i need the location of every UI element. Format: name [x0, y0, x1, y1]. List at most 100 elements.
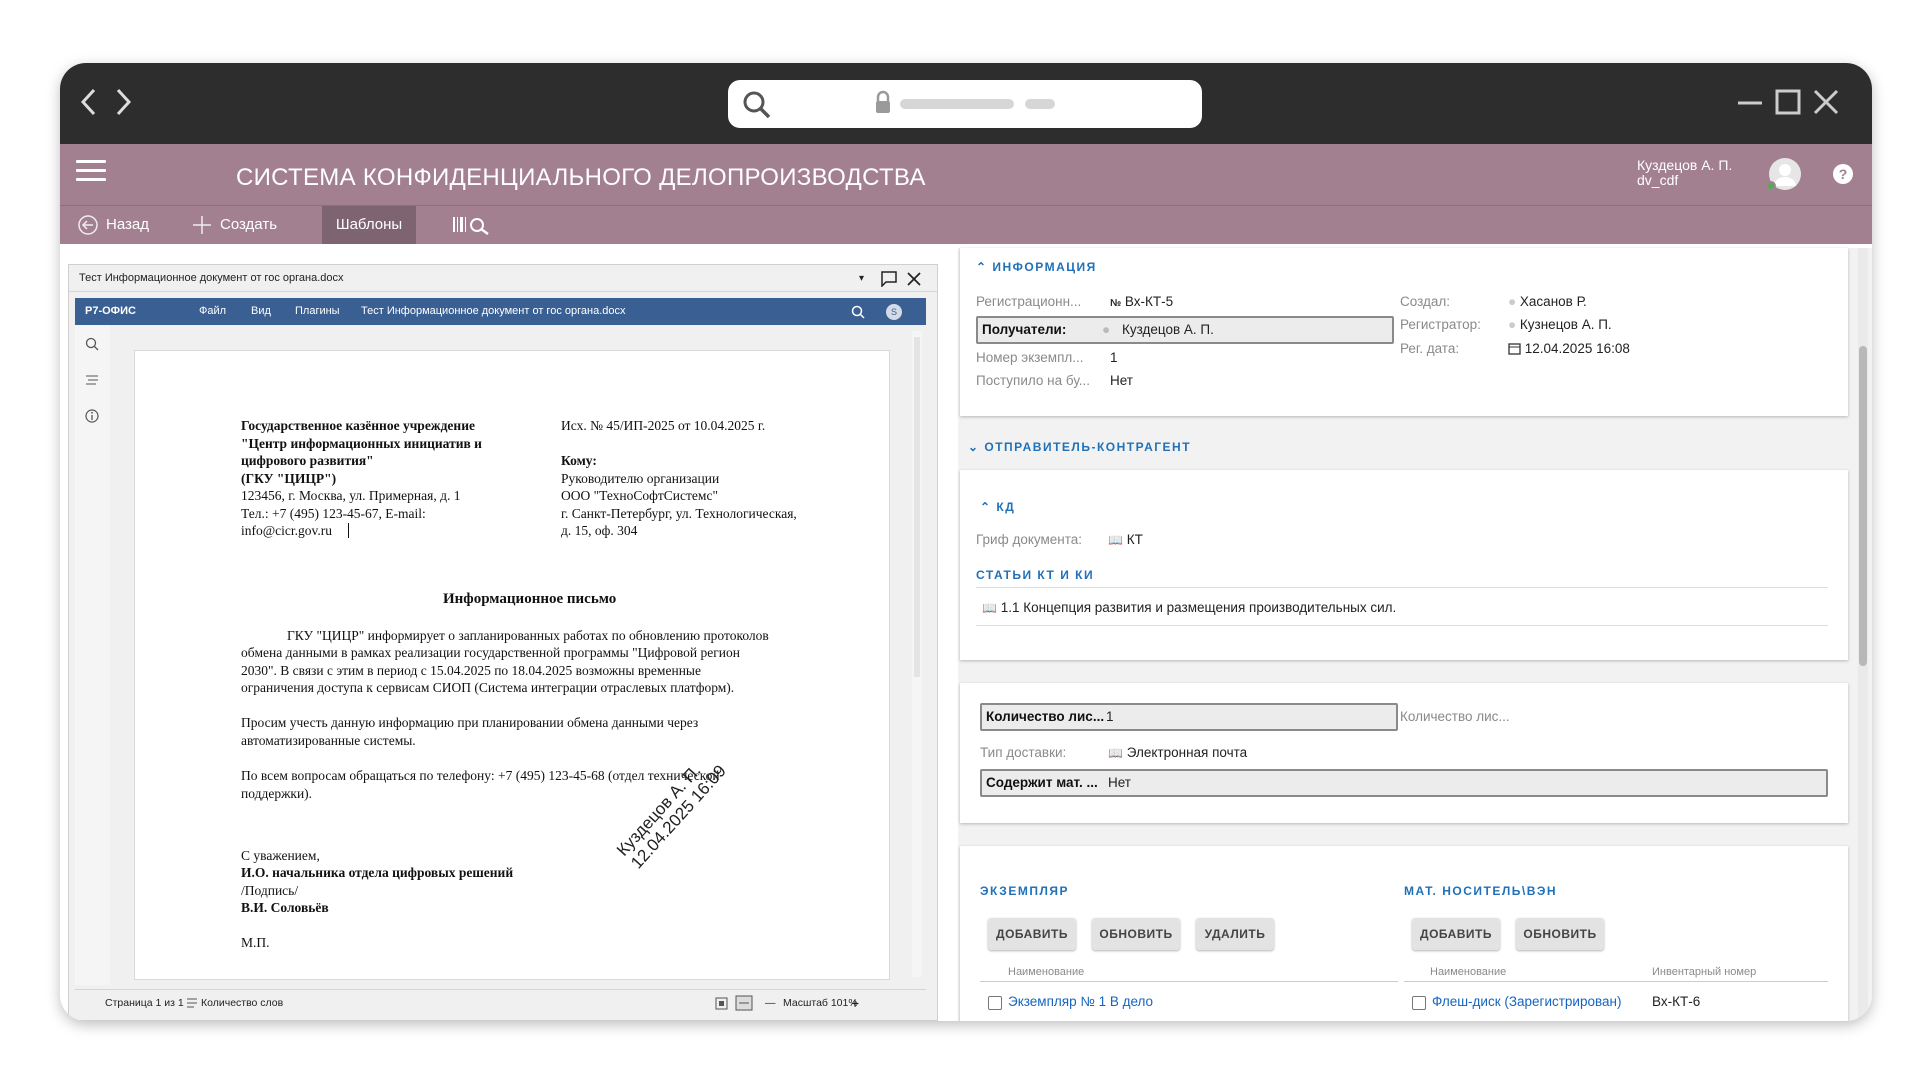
- barcode-search-button[interactable]: [452, 206, 496, 244]
- search-icon[interactable]: [85, 337, 99, 351]
- outgoing-reference: Исх. № 45/ИП-2025 от 10.04.2025 г.: [561, 418, 766, 433]
- delete-copy-button[interactable]: УДАЛИТЬ: [1196, 918, 1274, 950]
- browser-window: СИСТЕМА КОНФИДЕНЦИАЛЬНОГО ДЕЛОПРОИЗВОДСТ…: [60, 63, 1872, 1021]
- media-row-checkbox[interactable]: [1412, 996, 1426, 1010]
- scrollbar-thumb[interactable]: [1859, 346, 1867, 666]
- sheets-count-2-label: Количество лис...: [1400, 709, 1510, 724]
- paragraph-line: ГКУ "ЦИЦР" информирует о запланированных…: [287, 628, 769, 643]
- add-media-button[interactable]: ДОБАВИТЬ: [1412, 918, 1500, 950]
- section-title: КД: [996, 500, 1016, 514]
- created-by-text: Хасанов Р.: [1519, 294, 1587, 309]
- doc-name: Тест Информационное документ от гос орга…: [361, 305, 626, 317]
- sheets-count-label: Количество лис...: [986, 709, 1105, 724]
- copy-row-checkbox[interactable]: [988, 996, 1002, 1010]
- book-icon: 📖: [1108, 533, 1123, 547]
- zoom-in-icon[interactable]: +: [851, 990, 859, 1016]
- search-icon[interactable]: [851, 305, 865, 319]
- sheets-count-field[interactable]: Количество лис... 1: [980, 703, 1398, 731]
- refresh-media-button[interactable]: ОБНОВИТЬ: [1516, 918, 1604, 950]
- copy-row-link[interactable]: Экземпляр № 1 В дело: [1008, 994, 1153, 1009]
- column-header-inventory: Инвентарный номер: [1652, 966, 1757, 978]
- section-header-sender[interactable]: ⌄ ОТПРАВИТЕЛЬ-КОНТРАГЕНТ: [968, 440, 1191, 454]
- help-icon[interactable]: ?: [1833, 164, 1853, 184]
- reg-date-value: 12.04.2025 16:08: [1508, 341, 1630, 356]
- fit-width-icon[interactable]: [735, 995, 753, 1011]
- page-count: Страница 1 из 1: [105, 997, 184, 1009]
- document-viewer: Тест Информационное документ от гос орга…: [68, 264, 938, 1021]
- kd-card: ⌃ КД Гриф документа: 📖 КТ СТАТЬИ КТ И КИ…: [960, 470, 1848, 660]
- maximize-icon[interactable]: [1774, 87, 1802, 117]
- copies-media-card: ЭКЗЕМПЛЯР ДОБАВИТЬ ОБНОВИТЬ УДАЛИТЬ Наим…: [960, 846, 1848, 1021]
- paragraph-line: 2030". В связи с этим в период с 15.04.2…: [241, 663, 701, 678]
- panel-scrollbar[interactable]: [1858, 248, 1868, 1021]
- headings-icon[interactable]: [85, 373, 99, 387]
- copy-number-value: 1: [1110, 350, 1118, 365]
- received-label: Поступило на бу...: [976, 373, 1090, 388]
- back-button[interactable]: Назад: [74, 206, 160, 244]
- contains-material-field[interactable]: Содержит мат. ... Нет: [980, 769, 1828, 797]
- back-label: Назад: [106, 216, 149, 233]
- delivery-type-label: Тип доставки:: [980, 745, 1067, 760]
- contains-material-value: Нет: [1108, 775, 1131, 790]
- minimize-icon[interactable]: [1736, 87, 1764, 117]
- article-item[interactable]: 📖 1.1 Концепция развития и размещения пр…: [982, 600, 1396, 615]
- stamp-place: М.П.: [241, 935, 270, 950]
- word-count-icon: [187, 998, 197, 1008]
- sender-address-line: Тел.: +7 (495) 123-45-67, E-mail:: [241, 506, 426, 521]
- signature-placeholder: /Подпись/: [241, 883, 299, 898]
- add-copy-button[interactable]: ДОБАВИТЬ: [988, 918, 1076, 950]
- word-count[interactable]: Количество слов: [201, 990, 283, 1016]
- create-button[interactable]: Создать: [192, 206, 292, 244]
- address-bar[interactable]: [728, 80, 1202, 128]
- close-window-icon[interactable]: [1812, 87, 1840, 117]
- comment-icon[interactable]: [881, 271, 897, 287]
- menu-plugins[interactable]: Плагины: [295, 298, 340, 325]
- online-status-indicator: [1766, 181, 1776, 191]
- paragraph-line: Просим учесть данную информацию при план…: [241, 715, 699, 730]
- viewer-title: Тест Информационное документ от гос орга…: [79, 272, 344, 284]
- viewer-scrollbar[interactable]: [912, 331, 922, 977]
- info-icon[interactable]: [85, 409, 99, 423]
- grif-value: 📖 КТ: [1108, 532, 1143, 547]
- recipients-field[interactable]: Получатели: ● Куздецов А. П.: [976, 316, 1394, 344]
- media-inventory-number: Вх-КТ-6: [1652, 994, 1701, 1009]
- chevron-right-icon[interactable]: [112, 87, 134, 123]
- sender-line: цифрового развития": [241, 453, 374, 468]
- section-header-info[interactable]: ⌃ ИНФОРМАЦИЯ: [976, 260, 1097, 274]
- templates-tab[interactable]: Шаблоны: [322, 206, 416, 244]
- fit-page-icon[interactable]: [715, 997, 728, 1010]
- barcode-search-icon: [453, 217, 489, 235]
- paragraph-line: обмена данными в рамках реализации госуд…: [241, 645, 740, 660]
- lock-icon: [876, 90, 890, 113]
- text-cursor: [348, 523, 349, 538]
- registrar-value: ● Кузнецов А. П.: [1508, 317, 1612, 332]
- dropdown-icon[interactable]: ▾: [859, 265, 864, 292]
- recipient-line: д. 15, оф. 304: [561, 523, 638, 538]
- url-placeholder-bar: [1025, 99, 1055, 109]
- sender-address-line: info@cicr.gov.ru: [241, 523, 333, 538]
- user-info[interactable]: Куздецов А. П. dv_cdf: [1637, 158, 1732, 188]
- menu-file[interactable]: Файл: [199, 298, 226, 325]
- contains-material-label: Содержит мат. ...: [986, 775, 1098, 790]
- registrar-text: Кузнецов А. П.: [1519, 317, 1612, 332]
- avatar[interactable]: S: [886, 304, 902, 320]
- signatory-role: И.О. начальника отдела цифровых решений: [241, 865, 514, 880]
- closing: С уважением,: [241, 848, 320, 863]
- menu-icon[interactable]: [76, 160, 106, 186]
- created-by-value: ● Хасанов Р.: [1508, 294, 1587, 309]
- media-row-link[interactable]: Флеш-диск (Зарегистрирован): [1432, 994, 1621, 1009]
- sender-address-line: 123456, г. Москва, ул. Примерная, д. 1: [241, 488, 461, 503]
- section-title: ИНФОРМАЦИЯ: [992, 260, 1097, 274]
- refresh-copy-button[interactable]: ОБНОВИТЬ: [1092, 918, 1180, 950]
- reg-number-value: № Вх-КТ-5: [1110, 294, 1173, 309]
- zoom-level: Масштаб 101%: [783, 997, 858, 1009]
- zoom-out-icon[interactable]: —: [765, 990, 776, 1016]
- menu-view[interactable]: Вид: [251, 298, 271, 325]
- close-icon[interactable]: [907, 272, 921, 286]
- section-header-kd[interactable]: ⌃ КД: [980, 500, 1015, 514]
- user-icon: ●: [1508, 294, 1517, 309]
- chevron-left-icon[interactable]: [78, 87, 100, 123]
- viewer-status-bar: Страница 1 из 1 Количество слов — Масшта…: [75, 989, 926, 1015]
- sender-line: (ГКУ "ЦИЦР"): [241, 471, 337, 486]
- recipient-line: ООО "ТехноСофтСистемс": [561, 488, 718, 503]
